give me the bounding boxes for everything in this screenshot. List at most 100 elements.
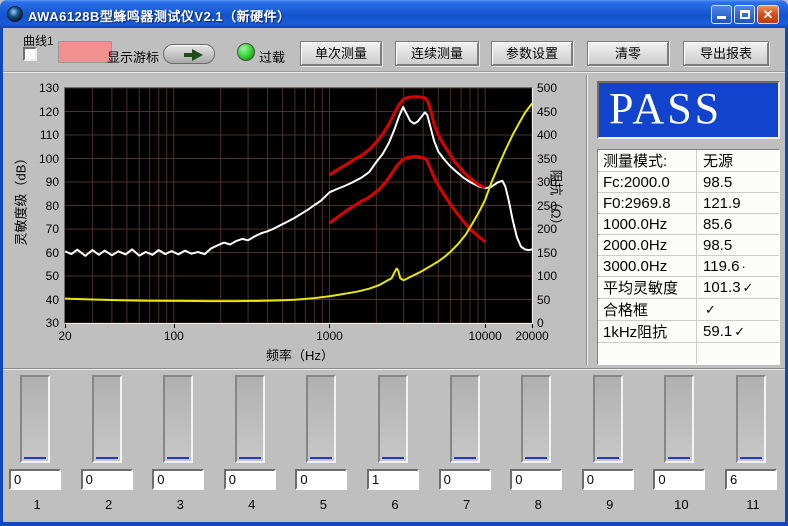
result-value: 98.5 [696,172,779,192]
level-indicator [664,375,694,463]
maximize-button[interactable] [734,5,755,24]
x-tick: 20 [43,329,87,343]
minimize-button[interactable] [711,5,732,24]
x-tick-mark [174,324,175,328]
continuous-measure-button[interactable]: 连续测量 [395,41,479,66]
slot-5: 5 [290,369,356,519]
toggle-arrow-icon [192,49,203,61]
slot-value-input[interactable] [224,469,276,490]
app-window: AWA6128B型蜂鸣器测试仪V2.1（新硬件） ✕ 曲线1 显示游标 过载 单… [0,0,788,526]
result-row-4: 1000.0Hz85.6 [598,214,779,235]
slot-number-label: 7 [434,497,500,512]
result-row-9: 1kHz阻抗59.1✓ [598,321,779,343]
level-fill [239,457,261,459]
y-left-tick: 80 [25,199,59,213]
result-value-text: 101.3 [703,279,741,296]
y-right-tick: 500 [537,81,571,95]
x-tick: 10000 [463,329,507,343]
cursor-toggle[interactable] [163,44,215,64]
level-indicator [450,375,480,463]
level-indicator [306,375,336,463]
x-axis-title: 频率（Hz） [220,345,380,364]
slot-value-input[interactable] [653,469,705,490]
y-left-tick: 100 [25,152,59,166]
slot-number-label: 11 [720,497,786,512]
overload-label: 过载 [259,47,285,66]
slot-number-label: 5 [290,497,356,512]
export-report-button[interactable]: 导出报表 [683,41,769,66]
slot-value-input[interactable] [81,469,133,490]
result-value: 101.3✓ [696,277,779,298]
result-value-text: 98.5 [703,237,732,254]
y-left-tick: 110 [25,128,59,142]
x-tick-mark [65,324,66,328]
level-indicator [92,375,122,463]
result-value: 无源 [696,150,779,171]
slot-value-input[interactable] [582,469,634,490]
close-button[interactable]: ✕ [757,5,779,24]
series-sensitivity [65,107,532,256]
level-indicator [593,375,623,463]
level-fill [740,457,762,459]
toolbar: 曲线1 显示游标 过载 单次测量 连续测量 参数设置 清零 导出报表 [3,28,785,72]
level-fill [668,457,690,459]
slot-value-input[interactable] [439,469,491,490]
y-left-tick: 70 [25,222,59,236]
y-left-tick: 130 [25,81,59,95]
curve1-checkbox[interactable] [23,47,37,61]
slot-value-input[interactable] [510,469,562,490]
overload-led-icon [237,43,255,61]
chart-section: 30405060708090100110120130 0501001502002… [3,72,785,368]
slot-2: 2 [76,369,142,519]
y-left-tick: 30 [25,316,59,330]
result-row-8: 合格框✓ [598,299,779,321]
slot-4: 4 [219,369,285,519]
slot-3: 3 [147,369,213,519]
single-measure-button[interactable]: 单次测量 [300,41,382,66]
result-value-text: 98.5 [703,174,732,191]
slot-number-label: 8 [505,497,571,512]
slot-11: 11 [720,369,786,519]
toggle-arrow-icon [184,53,192,57]
result-label: Fc:2000.0 [598,174,696,191]
result-value-text: 无源 [703,150,733,171]
slot-value-input[interactable] [295,469,347,490]
slot-number-label: 9 [577,497,643,512]
level-indicator [521,375,551,463]
result-row-5: 2000.0Hz98.5 [598,235,779,256]
y-axis-left-title: 灵敏度级（dB） [11,119,30,279]
status-badge: PASS [597,81,780,139]
slot-number-label: 2 [76,497,142,512]
result-value [696,343,779,364]
result-value-text: 119.6 [703,258,739,275]
slot-number-label: 4 [219,497,285,512]
level-indicator [235,375,265,463]
app-icon [7,6,23,22]
x-tick: 20000 [510,329,554,343]
level-fill [167,457,189,459]
slot-number-label: 3 [147,497,213,512]
y-left-tick: 40 [25,293,59,307]
y-right-tick: 0 [537,316,571,330]
result-value: ✓ [696,299,779,320]
slot-value-input[interactable] [152,469,204,490]
curve1-color-swatch[interactable] [58,41,112,63]
slot-value-input[interactable] [725,469,777,490]
slot-value-input[interactable] [9,469,61,490]
slot-1: 1 [4,369,70,519]
result-value: 121.9 [696,193,779,213]
result-label: 合格框 [598,299,696,320]
slot-10: 10 [648,369,714,519]
checkmark-icon: ✓ [743,280,754,296]
y-axis-right-title: 阻抗（Ω） [548,141,567,261]
result-label: 3000.0Hz [598,258,696,275]
param-settings-button[interactable]: 参数设置 [491,41,573,66]
bottom-panel: 1234567891011 [3,368,785,522]
clear-button[interactable]: 清零 [587,41,669,66]
level-fill [525,457,547,459]
slot-value-input[interactable] [367,469,419,490]
level-indicator [20,375,50,463]
result-value: 85.6 [696,214,779,234]
result-value-text: 85.6 [703,216,732,233]
result-row-7: 平均灵敏度101.3✓ [598,277,779,299]
